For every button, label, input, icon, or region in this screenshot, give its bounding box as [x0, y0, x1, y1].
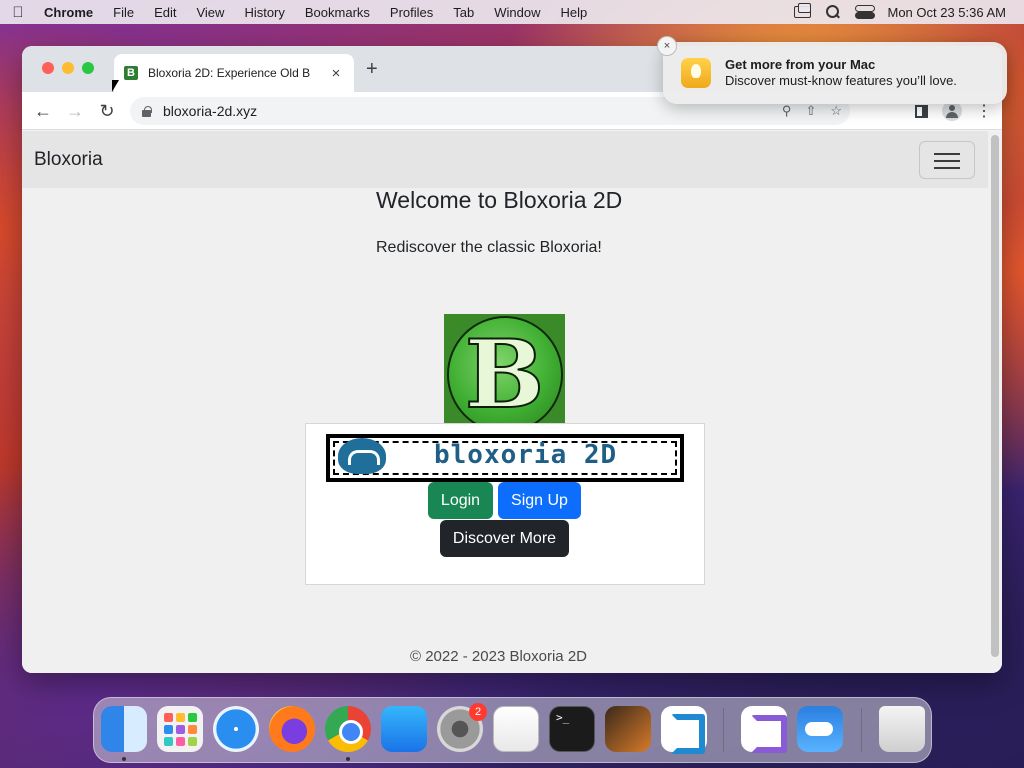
textedit-icon[interactable] — [493, 706, 539, 752]
back-arrow-icon[interactable]: ← — [33, 101, 53, 121]
menu-history[interactable]: History — [234, 5, 294, 20]
tips-lightbulb-icon — [681, 58, 711, 88]
navbar-toggle-button[interactable] — [919, 141, 975, 179]
url-text[interactable]: bloxoria-2d.xyz — [163, 103, 257, 119]
menubar-clock[interactable]: Mon Oct 23 5:36 AM — [887, 5, 1006, 20]
browser-window: B Bloxoria 2D: Experience Old B × + ← → … — [22, 46, 1002, 673]
menu-profiles[interactable]: Profiles — [380, 5, 443, 20]
lock-icon[interactable] — [142, 105, 152, 117]
dock-separator — [723, 708, 724, 752]
mouse-cursor-icon — [112, 80, 119, 92]
screen-mirroring-icon[interactable] — [794, 3, 812, 18]
bloxoria-logo: B — [444, 314, 565, 435]
launchpad-icon[interactable] — [157, 706, 203, 752]
web-page: Bloxoria Welcome to Bloxoria 2D Rediscov… — [22, 131, 988, 673]
site-navbar: Bloxoria — [22, 131, 988, 188]
profile-avatar-icon[interactable] — [942, 101, 962, 121]
hamburger-line-icon — [934, 167, 960, 169]
page-footer: © 2022 - 2023 Bloxoria 2D — [410, 648, 587, 665]
menu-window[interactable]: Window — [484, 5, 550, 20]
bookmark-star-icon[interactable]: ☆ — [830, 103, 842, 119]
discover-more-button[interactable]: Discover More — [440, 520, 569, 557]
side-panel-icon[interactable] — [915, 104, 928, 118]
trash-icon[interactable] — [879, 706, 925, 752]
scrollbar-thumb[interactable] — [991, 135, 999, 657]
notification-title: Get more from your Mac — [725, 57, 876, 72]
banner-text: bloxoria 2D — [434, 440, 618, 470]
menubar-status-area: Mon Oct 23 5:36 AM — [794, 3, 1024, 20]
action-card: bloxoria 2D Login Sign Up Discover More — [305, 423, 705, 585]
notification-close-icon[interactable]: × — [657, 36, 677, 56]
firefox-icon[interactable] — [269, 706, 315, 752]
toolbar-right: ⋮ — [915, 101, 992, 121]
zoom-window-button[interactable] — [82, 62, 94, 74]
menu-tab[interactable]: Tab — [443, 5, 484, 20]
forward-arrow-icon[interactable]: → — [65, 101, 85, 121]
visual-studio-icon[interactable] — [741, 706, 787, 753]
menu-bar:  Chrome File Edit View History Bookmark… — [0, 0, 1024, 24]
garageband-icon[interactable] — [605, 706, 651, 752]
minimize-window-button[interactable] — [62, 62, 74, 74]
notification-banner[interactable]: × Get more from your Mac Discover must-k… — [657, 36, 1007, 104]
weather-icon[interactable] — [797, 706, 843, 752]
menu-view[interactable]: View — [186, 5, 234, 20]
notification-body: Discover must-know features you’ll love. — [725, 73, 957, 88]
safari-icon[interactable] — [213, 706, 259, 752]
page-title: Welcome to Bloxoria 2D — [376, 187, 623, 213]
tab-title: Bloxoria 2D: Experience Old B — [148, 66, 311, 80]
dock — [93, 697, 932, 763]
share-icon[interactable]: ⇧ — [805, 103, 816, 119]
login-button[interactable]: Login — [428, 482, 493, 519]
zoom-icon[interactable]: ⚲ — [782, 103, 792, 119]
terminal-icon[interactable] — [549, 706, 595, 752]
spotlight-search-icon[interactable] — [825, 5, 841, 19]
menu-edit[interactable]: Edit — [144, 5, 186, 20]
app-store-icon[interactable] — [381, 706, 427, 752]
tab-active[interactable]: B Bloxoria 2D: Experience Old B × — [114, 54, 354, 92]
tab-close-icon[interactable]: × — [328, 65, 344, 82]
running-indicator — [346, 757, 350, 761]
menu-file[interactable]: File — [103, 5, 144, 20]
menu-bookmarks[interactable]: Bookmarks — [295, 5, 380, 20]
chrome-icon[interactable] — [325, 706, 371, 752]
favicon-icon: B — [124, 66, 138, 80]
dock-separator — [861, 708, 862, 752]
new-tab-icon[interactable]: + — [366, 59, 378, 79]
page-scrollbar[interactable] — [988, 131, 1002, 673]
logo-letter: B — [464, 319, 545, 431]
site-brand[interactable]: Bloxoria — [34, 149, 103, 171]
notification-badge: 2 — [469, 703, 487, 721]
running-indicator — [122, 757, 126, 761]
hamburger-line-icon — [934, 153, 960, 155]
close-window-button[interactable] — [42, 62, 54, 74]
hamburger-line-icon — [934, 160, 960, 162]
apple-menu-icon[interactable]:  — [0, 4, 36, 21]
more-menu-icon[interactable]: ⋮ — [976, 101, 992, 121]
control-center-icon[interactable] — [855, 5, 876, 19]
banner-mascot-icon — [338, 438, 386, 474]
finder-icon[interactable] — [101, 706, 147, 752]
signup-button[interactable]: Sign Up — [498, 482, 581, 519]
reload-icon[interactable]: ↻ — [97, 101, 117, 121]
bloxoria-banner: bloxoria 2D — [326, 434, 684, 482]
menu-help[interactable]: Help — [551, 5, 598, 20]
omnibox-actions: ⚲ ⇧ ☆ — [782, 103, 842, 119]
menu-app-name[interactable]: Chrome — [36, 5, 103, 20]
page-subtitle: Rediscover the classic Bloxoria! — [376, 239, 602, 256]
vscode-icon[interactable] — [661, 706, 707, 754]
